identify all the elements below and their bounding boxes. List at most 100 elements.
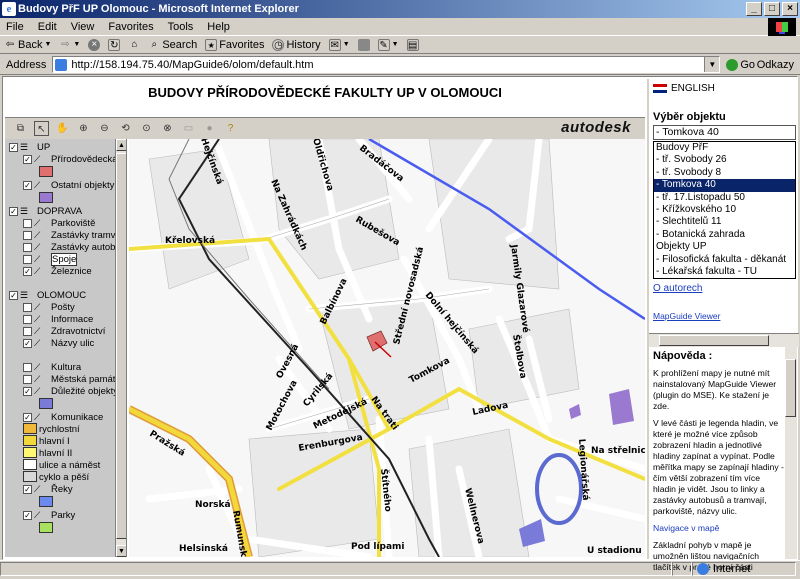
object-option[interactable]: Budovy PřF xyxy=(654,142,795,154)
menu-view[interactable]: View xyxy=(71,21,95,33)
layer-label: Názvy ulic xyxy=(51,337,95,349)
stop-map-icon[interactable]: ● xyxy=(202,121,217,136)
menu-help[interactable]: Help xyxy=(207,21,230,33)
address-input[interactable]: http://158.194.75.40/MapGuide6/olom/defa… xyxy=(52,56,721,73)
refresh-button[interactable]: ↻ xyxy=(108,38,121,51)
discuss-button[interactable]: ▤ xyxy=(406,38,419,51)
favorites-button[interactable]: ★ Favorites xyxy=(205,38,264,51)
layer-item[interactable]: ✓ ⟋ Přírodovědecká xyxy=(23,153,118,165)
forward-button[interactable]: ⇨ ▼ xyxy=(59,39,80,51)
navigation-help-link[interactable]: Navigace v mapě xyxy=(653,523,719,533)
layer-item[interactable]: ✓ ⟋ Parky xyxy=(23,509,75,521)
menu-favorites[interactable]: Favorites xyxy=(108,21,153,33)
object-option[interactable]: - tř. Svobody 26 xyxy=(654,154,795,166)
select-arrow-icon[interactable]: ↖ xyxy=(34,121,49,136)
help-scrollbar[interactable] xyxy=(785,347,797,559)
layer-checkbox[interactable] xyxy=(23,218,32,228)
address-dropdown-icon[interactable]: ▼ xyxy=(704,57,720,72)
layer-item[interactable]: ⟋ Zastávky tramv xyxy=(23,229,115,241)
about-authors-link[interactable]: O autorech xyxy=(653,283,702,294)
zoom-previous-icon[interactable]: ⟲ xyxy=(118,121,133,136)
object-option[interactable]: - Filosofická fakulta - děkanát xyxy=(654,254,795,266)
map-view[interactable]: Křelovská Pražská Norská Rumunská Helsin… xyxy=(129,139,645,557)
layer-item[interactable]: ✓ ⟋ Ostatní objekty xyxy=(23,179,114,191)
layer-checkbox[interactable] xyxy=(23,326,32,336)
home-button[interactable]: ⌂ xyxy=(128,39,140,51)
links-button[interactable]: Odkazy xyxy=(757,59,794,71)
close-button[interactable]: × xyxy=(782,2,798,16)
layer-item[interactable]: ⟋ Pošty xyxy=(23,301,75,313)
layer-checkbox[interactable]: ✓ xyxy=(23,510,32,520)
mapguide-viewer-link[interactable]: MapGuide Viewer xyxy=(653,311,720,321)
layer-checkbox[interactable]: ✓ xyxy=(23,484,32,494)
layer-checkbox[interactable]: ✓ xyxy=(23,412,32,422)
object-option[interactable]: Objekty UP xyxy=(654,241,795,253)
layer-checkbox[interactable]: ✓ xyxy=(9,290,18,300)
zoom-in-icon[interactable]: ⊕ xyxy=(76,121,91,136)
layer-item[interactable]: ⟋ Městská památ xyxy=(23,373,115,385)
help-icon[interactable]: ? xyxy=(223,121,238,136)
layer-checkbox[interactable] xyxy=(23,302,32,312)
layer-checkbox[interactable] xyxy=(23,242,32,252)
layer-item[interactable]: ⟋ Zdravotnictví xyxy=(23,325,105,337)
object-option[interactable]: - tř. 17.Listopadu 50 xyxy=(654,192,795,204)
layer-checkbox[interactable] xyxy=(23,230,32,240)
object-option[interactable]: - Šlechtitelů 11 xyxy=(654,216,795,228)
layer-checkbox[interactable]: ✓ xyxy=(9,206,18,216)
layer-item[interactable]: ✓ ⟋ Komunikace xyxy=(23,411,103,423)
language-switch[interactable]: ENGLISH xyxy=(653,83,715,94)
layer-checkbox[interactable]: ✓ xyxy=(23,266,32,276)
zoom-out-icon[interactable]: ⊖ xyxy=(97,121,112,136)
layer-scrollbar[interactable]: ▲ ▼ xyxy=(115,139,126,557)
copy-icon[interactable]: ⧉ xyxy=(13,121,28,136)
forward-arrow-icon: ⇨ xyxy=(61,38,70,50)
pan-hand-icon[interactable]: ✋ xyxy=(55,121,70,136)
horizontal-scrollbar[interactable] xyxy=(649,333,799,347)
mail-button[interactable]: ✉ ▼ xyxy=(328,38,350,51)
layer-item[interactable]: ⟋ Zastávky autob xyxy=(23,241,115,253)
zoom-width-icon[interactable]: ⊗ xyxy=(160,121,175,136)
layer-checkbox[interactable] xyxy=(23,254,32,264)
go-button[interactable]: Go xyxy=(726,58,755,71)
menu-file[interactable]: File xyxy=(6,21,24,33)
layer-item[interactable]: ✓ ⟋ Železnice xyxy=(23,265,92,277)
layer-group[interactable]: ✓ ☰ UP xyxy=(9,141,50,153)
object-select[interactable]: - Tomkova 40 xyxy=(653,125,796,140)
layer-checkbox[interactable]: ✓ xyxy=(23,154,32,164)
layer-group[interactable]: ✓ ☰ OLOMOUC xyxy=(9,289,86,301)
object-option[interactable]: - Lékařská fakulta - TÚ xyxy=(654,266,795,278)
object-option[interactable]: - Křížkovského 10 xyxy=(654,204,795,216)
zoom-selected-icon[interactable]: ⊙ xyxy=(139,121,154,136)
object-option[interactable]: - Tomkova 40 xyxy=(654,179,795,192)
layer-checkbox[interactable]: ✓ xyxy=(23,338,32,348)
layer-properties-icon[interactable]: ▭ xyxy=(181,121,196,136)
layer-item[interactable]: ⟋ Kultura xyxy=(23,361,81,373)
back-button[interactable]: ⇦ Back ▼ xyxy=(4,39,52,51)
stop-button[interactable]: × xyxy=(88,38,101,51)
street-label-krelovska: Křelovská xyxy=(165,236,215,246)
layer-item[interactable]: ✓ ⟋ Důležité objekty xyxy=(23,385,118,397)
layer-checkbox[interactable] xyxy=(23,314,32,324)
minimize-button[interactable]: _ xyxy=(746,2,762,16)
object-option[interactable]: - Botanická zahrada xyxy=(654,229,795,241)
layer-item[interactable]: ⟋ Parkoviště xyxy=(23,217,95,229)
print-button[interactable] xyxy=(357,38,370,51)
layer-checkbox[interactable]: ✓ xyxy=(9,142,18,152)
search-button[interactable]: ⌕ Search xyxy=(148,39,198,51)
layer-checkbox[interactable]: ✓ xyxy=(23,386,32,396)
object-option[interactable]: - tř. Svobody 8 xyxy=(654,167,795,179)
maximize-button[interactable]: □ xyxy=(764,2,780,16)
edit-button[interactable]: ✎ ▼ xyxy=(377,38,399,51)
layer-checkbox[interactable] xyxy=(23,374,32,384)
layer-item[interactable]: ✓ ⟋ Názvy ulic xyxy=(23,337,94,349)
menu-edit[interactable]: Edit xyxy=(38,21,57,33)
layer-item[interactable]: ✓ ⟋ Řeky xyxy=(23,483,73,495)
menu-tools[interactable]: Tools xyxy=(168,21,194,33)
layer-group[interactable]: ✓ ☰ DOPRAVA xyxy=(9,205,82,217)
layer-item[interactable]: ⟋ Spoje xyxy=(23,252,78,266)
layer-item[interactable]: ⟋ Informace xyxy=(23,313,93,325)
layer-checkbox[interactable] xyxy=(23,362,32,372)
layer-checkbox[interactable]: ✓ xyxy=(23,180,32,190)
history-button[interactable]: ◷ History xyxy=(272,38,321,51)
map-canvas[interactable]: Křelovská Pražská Norská Rumunská Helsin… xyxy=(129,139,645,557)
